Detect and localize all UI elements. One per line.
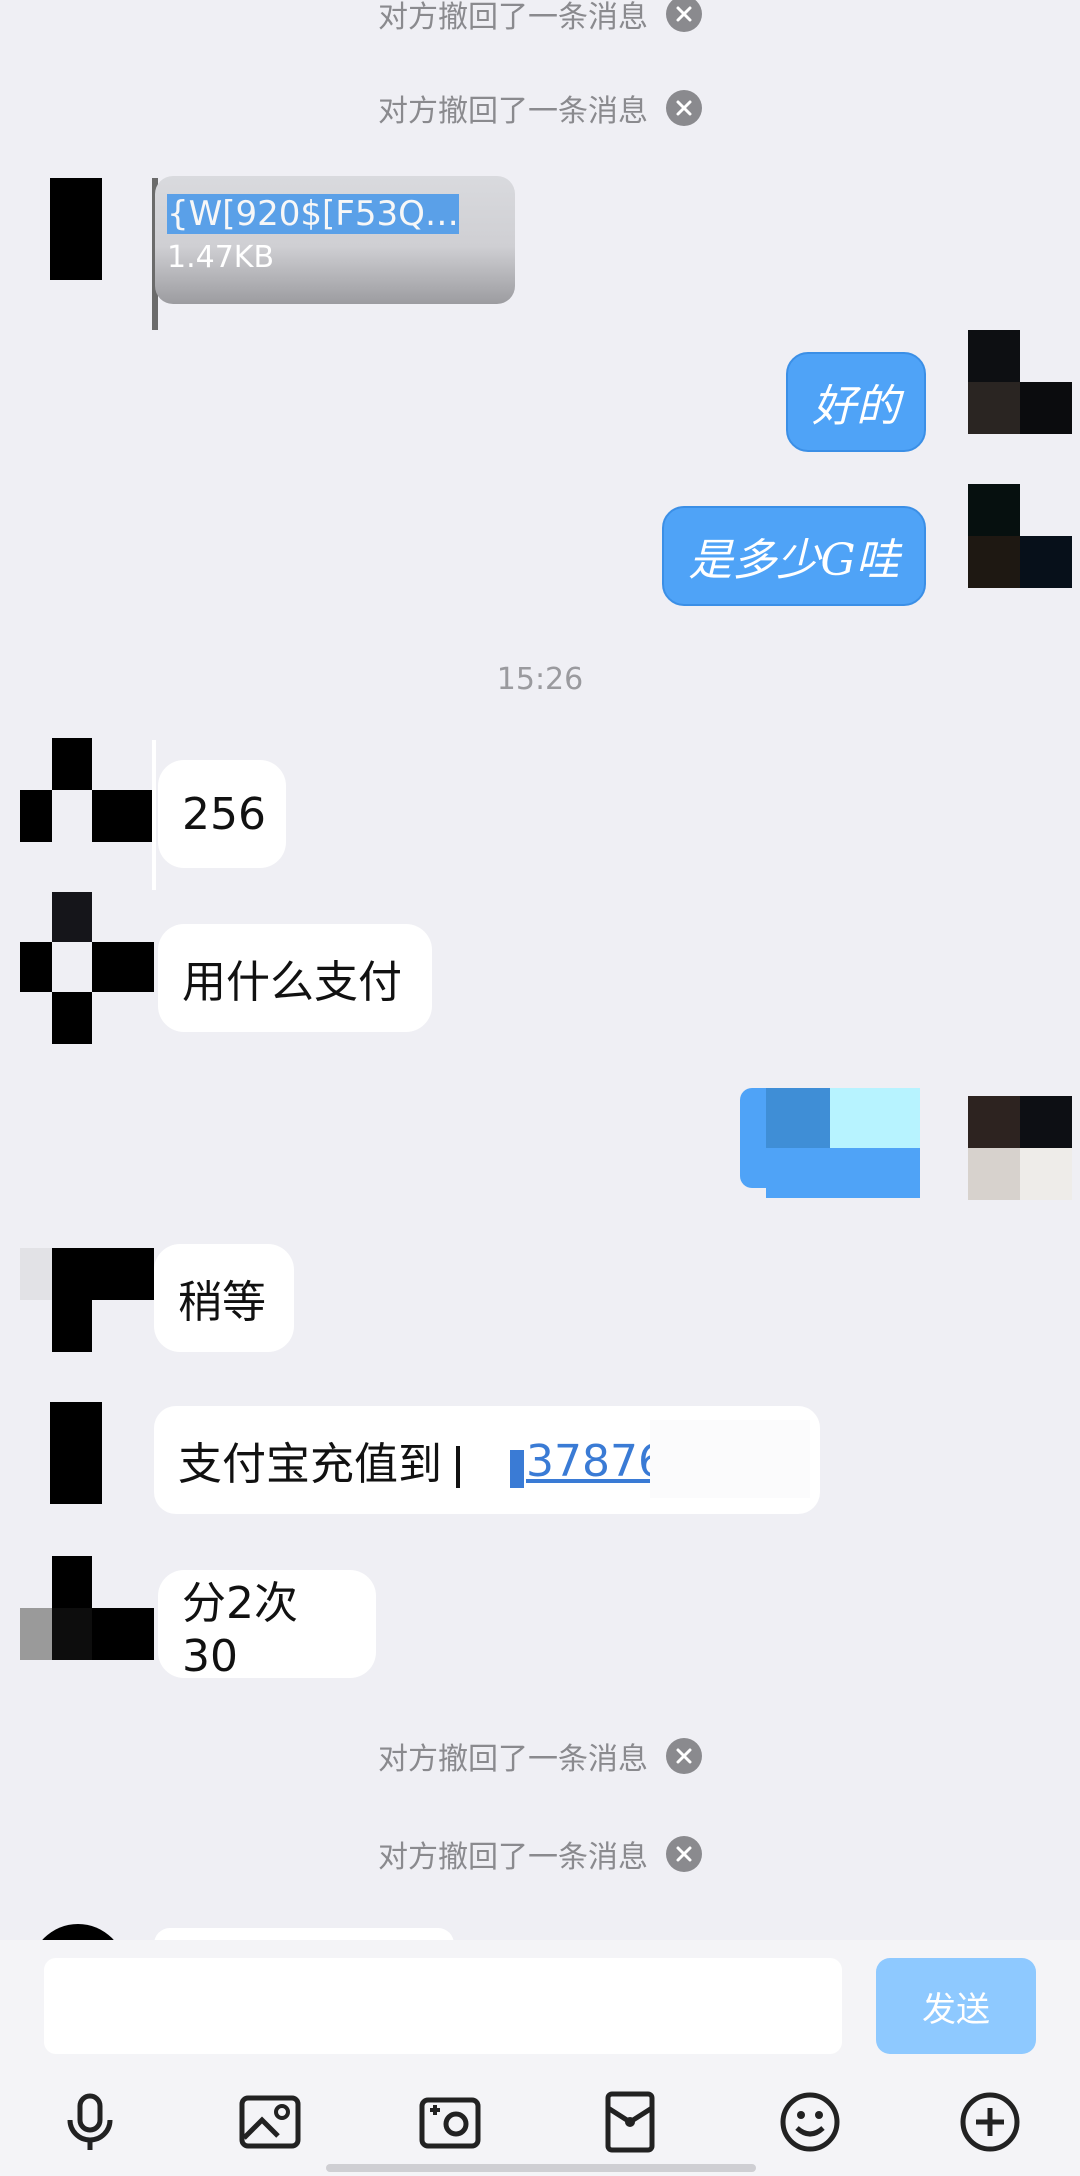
recalled-notice: 对方撤回了一条消息 <box>0 84 1080 132</box>
avatar[interactable] <box>20 892 154 1044</box>
avatar[interactable] <box>20 1248 154 1352</box>
close-icon[interactable] <box>666 1738 702 1774</box>
incoming-message[interactable]: 分2次30 <box>158 1570 376 1682</box>
file-size: 1.47KB <box>167 240 275 275</box>
message-text: 稍等 <box>178 1277 266 1328</box>
link-marker <box>510 1450 524 1488</box>
avatar[interactable] <box>968 330 1072 434</box>
send-button[interactable]: 发送 <box>876 1958 1036 2054</box>
avatar[interactable] <box>20 1556 154 1660</box>
redaction-mask <box>650 1420 810 1498</box>
home-indicator[interactable] <box>326 2164 756 2172</box>
close-icon[interactable] <box>666 90 702 126</box>
message-text: 分2次30 <box>182 1577 298 1682</box>
message-text: 用什么支付 <box>182 957 402 1008</box>
microphone-icon[interactable] <box>58 2090 122 2154</box>
recalled-notice-text: 对方撤回了一条消息 <box>378 94 648 129</box>
outgoing-message[interactable]: 是多少G哇 <box>662 506 926 606</box>
message-text: 好的 <box>812 381 900 432</box>
message-text: 是多少G哇 <box>688 535 900 586</box>
message-input[interactable] <box>44 1958 842 2054</box>
outgoing-message[interactable]: 好的 <box>786 352 926 452</box>
plus-icon[interactable] <box>958 2090 1022 2154</box>
incoming-message[interactable]: 支付宝充值到 37876 <box>154 1406 820 1514</box>
close-icon[interactable] <box>666 1836 702 1872</box>
avatar[interactable] <box>50 178 102 280</box>
incoming-message[interactable]: 256 <box>158 760 286 868</box>
recalled-notice-text: 对方撤回了一条消息 <box>378 1840 648 1875</box>
message-text: 256 <box>182 788 266 840</box>
incoming-message[interactable]: 稍等 <box>154 1244 294 1352</box>
recalled-notice-text: 对方撤回了一条消息 <box>378 1742 648 1777</box>
recalled-notice: 对方撤回了一条消息 <box>0 1732 1080 1780</box>
red-packet-icon[interactable] <box>598 2090 662 2154</box>
outgoing-image-message[interactable] <box>740 1088 920 1198</box>
composer: 发送 <box>0 1940 1080 2176</box>
text-cursor <box>456 1446 460 1488</box>
file-message[interactable]: {W[920$[F53Q… 1.47KB <box>155 176 515 304</box>
message-timestamp: 15:26 <box>496 662 584 697</box>
close-icon[interactable] <box>666 0 702 32</box>
emoji-icon[interactable] <box>778 2090 842 2154</box>
message-accent-bar <box>152 740 156 890</box>
image-icon[interactable] <box>238 2090 302 2154</box>
phone-link[interactable]: 37876 <box>526 1436 666 1487</box>
file-name: {W[920$[F53Q… <box>167 194 459 234</box>
avatar[interactable] <box>50 1402 102 1504</box>
avatar[interactable] <box>968 1096 1072 1200</box>
message-text: 支付宝充值到 <box>178 1439 442 1490</box>
recalled-notice-text: 对方撤回了一条消息 <box>378 0 648 35</box>
camera-icon[interactable] <box>418 2090 482 2154</box>
avatar[interactable] <box>20 738 154 842</box>
recalled-notice: 对方撤回了一条消息 <box>0 1830 1080 1878</box>
incoming-message[interactable]: 用什么支付 <box>158 924 432 1032</box>
avatar[interactable] <box>968 484 1072 588</box>
recalled-notice: 对方撤回了一条消息 <box>0 0 1080 38</box>
